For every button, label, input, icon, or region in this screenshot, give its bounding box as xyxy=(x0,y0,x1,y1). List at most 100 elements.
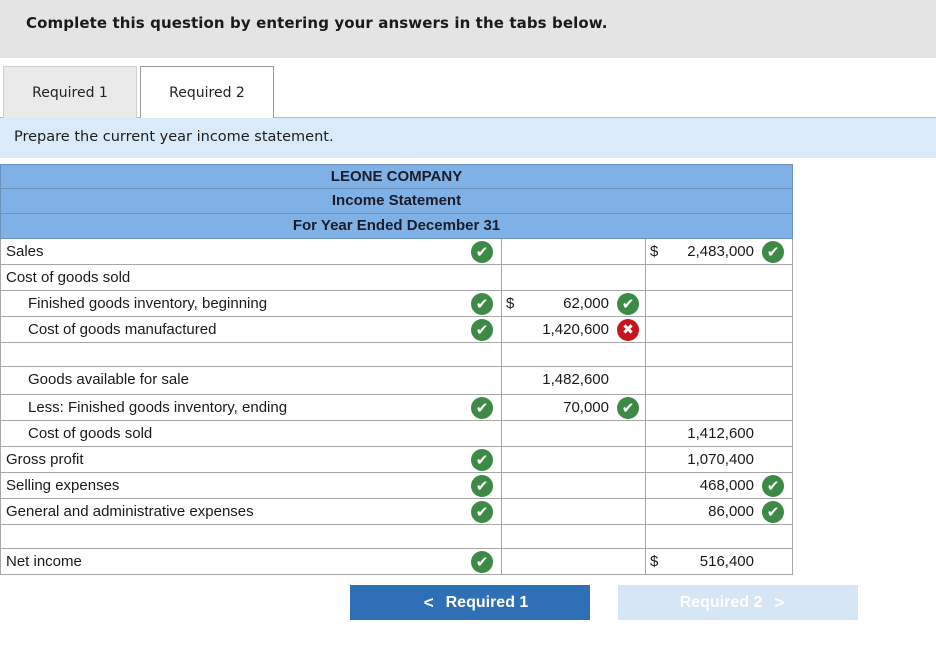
total-input-cell[interactable] xyxy=(646,291,793,316)
account-select-cell[interactable]: Sales ✔ xyxy=(0,239,502,264)
amount-value: 1,070,400 xyxy=(687,451,754,468)
amount-input-cell[interactable]: 1,482,600 xyxy=(502,367,646,394)
check-circle-icon: ✔ xyxy=(471,551,493,573)
row-label: Cost of goods sold xyxy=(6,269,131,286)
income-statement: LEONE COMPANY Income Statement For Year … xyxy=(0,164,793,575)
statement-company: LEONE COMPANY xyxy=(0,164,793,189)
check-circle-icon: ✔ xyxy=(471,397,493,419)
row-label: Finished goods inventory, beginning xyxy=(28,295,268,312)
amount-input-cell[interactable] xyxy=(502,239,646,264)
total-input-cell[interactable]: $516,400 xyxy=(646,549,793,574)
amount-value: 62,000 xyxy=(563,295,609,312)
chevron-left-icon: < xyxy=(423,592,434,612)
amount-value: 468,000 xyxy=(699,477,754,494)
statement-row: Finished goods inventory, beginning ✔ $62,… xyxy=(0,291,793,317)
amount-input-cell[interactable] xyxy=(502,447,646,472)
account-select-cell[interactable] xyxy=(0,343,502,366)
instruction-banner: Complete this question by entering your … xyxy=(0,0,936,58)
account-select-cell[interactable]: Cost of goods manufactured ✔ xyxy=(0,317,502,342)
instruction-text: Prepare the current year income statemen… xyxy=(14,129,334,145)
check-circle-icon: ✔ xyxy=(762,475,784,497)
amount-input-cell[interactable]: 1,420,600 ✖ xyxy=(502,317,646,342)
statement-row: Cost of goods sold 1,412,600 xyxy=(0,421,793,447)
amount-value: 70,000 xyxy=(563,399,609,416)
prev-button-label: Required 1 xyxy=(445,593,529,611)
total-input-cell[interactable]: 1,412,600 xyxy=(646,421,793,446)
account-select-cell[interactable]: Net income ✔ xyxy=(0,549,502,574)
account-select-cell[interactable]: Cost of goods sold xyxy=(0,421,502,446)
check-circle-icon: ✔ xyxy=(762,241,784,263)
check-circle-icon: ✔ xyxy=(471,241,493,263)
total-input-cell[interactable]: $2,483,000 ✔ xyxy=(646,239,793,264)
row-label: Goods available for sale xyxy=(28,371,189,388)
row-label: Cost of goods manufactured xyxy=(28,321,217,338)
prev-required-1-button[interactable]: < Required 1 xyxy=(350,585,590,620)
statement-row: Gross profit ✔ 1,070,400 xyxy=(0,447,793,473)
total-input-cell[interactable] xyxy=(646,265,793,290)
statement-row: Selling expenses ✔ 468,000 ✔ xyxy=(0,473,793,499)
amount-input-cell[interactable] xyxy=(502,473,646,498)
account-select-cell[interactable]: Finished goods inventory, beginning ✔ xyxy=(0,291,502,316)
amount-input-cell[interactable] xyxy=(502,421,646,446)
dollar-sign: $ xyxy=(506,295,515,312)
statement-title: Income Statement xyxy=(0,189,793,214)
row-label: General and administrative expenses xyxy=(6,503,254,520)
row-label: Net income xyxy=(6,553,82,570)
statement-row xyxy=(0,343,793,367)
row-label: Less: Finished goods inventory, ending xyxy=(28,399,288,416)
amount-input-cell[interactable]: 70,000 ✔ xyxy=(502,395,646,420)
account-select-cell[interactable]: Selling expenses ✔ xyxy=(0,473,502,498)
amount-value: 1,412,600 xyxy=(687,425,754,442)
statement-row: Less: Finished goods inventory, ending ✔ 7… xyxy=(0,395,793,421)
check-circle-icon: ✔ xyxy=(471,475,493,497)
statement-row: Goods available for sale 1,482,600 xyxy=(0,367,793,395)
row-label: Selling expenses xyxy=(6,477,120,494)
total-input-cell[interactable]: 86,000 ✔ xyxy=(646,499,793,524)
amount-value: 516,400 xyxy=(699,553,754,570)
account-select-cell[interactable]: Gross profit ✔ xyxy=(0,447,502,472)
statement-row xyxy=(0,525,793,549)
amount-input-cell[interactable] xyxy=(502,525,646,548)
account-select-cell[interactable]: Goods available for sale xyxy=(0,367,502,394)
chevron-right-icon: > xyxy=(774,592,785,612)
statement-rows: Sales ✔ $2,483,000 ✔ Cost of goods sold Finis… xyxy=(0,239,793,575)
row-label: Cost of goods sold xyxy=(28,425,153,442)
instruction-bar: Prepare the current year income statemen… xyxy=(0,118,936,158)
account-select-cell[interactable] xyxy=(0,525,502,548)
total-input-cell[interactable] xyxy=(646,343,793,366)
row-label: Sales xyxy=(6,243,44,260)
total-input-cell[interactable]: 468,000 ✔ xyxy=(646,473,793,498)
dollar-sign: $ xyxy=(650,243,659,260)
check-circle-icon: ✔ xyxy=(762,501,784,523)
next-required-2-button[interactable]: Required 2 > xyxy=(618,585,858,620)
total-input-cell[interactable] xyxy=(646,525,793,548)
amount-value: 86,000 xyxy=(708,503,754,520)
next-button-label: Required 2 xyxy=(679,593,763,611)
total-input-cell[interactable] xyxy=(646,317,793,342)
statement-row: Cost of goods manufactured ✔ 1,420,600 ✖ xyxy=(0,317,793,343)
total-input-cell[interactable] xyxy=(646,395,793,420)
account-select-cell[interactable]: General and administrative expenses ✔ xyxy=(0,499,502,524)
statement-period: For Year Ended December 31 xyxy=(0,214,793,239)
tab-required-1[interactable]: Required 1 xyxy=(3,66,137,118)
statement-row: Sales ✔ $2,483,000 ✔ xyxy=(0,239,793,265)
amount-input-cell[interactable] xyxy=(502,265,646,290)
total-input-cell[interactable]: 1,070,400 xyxy=(646,447,793,472)
check-circle-icon: ✔ xyxy=(471,501,493,523)
check-circle-icon: ✔ xyxy=(617,397,639,419)
amount-value: 1,482,600 xyxy=(542,371,609,388)
amount-value: 1,420,600 xyxy=(542,321,609,338)
dollar-sign: $ xyxy=(650,553,659,570)
amount-input-cell[interactable] xyxy=(502,549,646,574)
total-input-cell[interactable] xyxy=(646,367,793,394)
statement-row: General and administrative expenses ✔ 86,0… xyxy=(0,499,793,525)
account-select-cell[interactable]: Less: Finished goods inventory, ending ✔ xyxy=(0,395,502,420)
account-select-cell[interactable]: Cost of goods sold xyxy=(0,265,502,290)
tab-required-2[interactable]: Required 2 xyxy=(140,66,274,119)
amount-input-cell[interactable] xyxy=(502,499,646,524)
amount-input-cell[interactable] xyxy=(502,343,646,366)
statement-row: Net income ✔ $516,400 xyxy=(0,549,793,575)
check-circle-icon: ✔ xyxy=(471,319,493,341)
check-circle-icon: ✔ xyxy=(617,293,639,315)
amount-input-cell[interactable]: $62,000 ✔ xyxy=(502,291,646,316)
